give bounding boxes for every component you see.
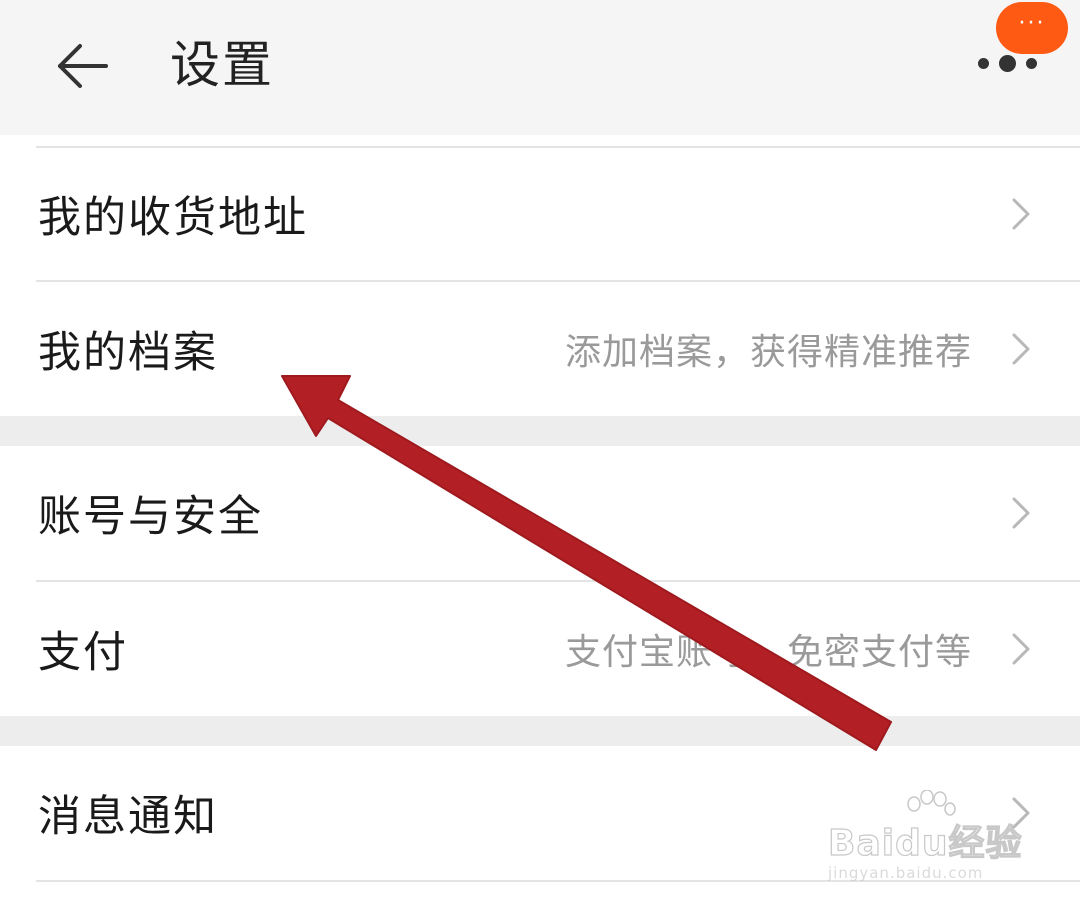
item-label: 消息通知: [38, 792, 218, 842]
page-title: 设置: [170, 36, 274, 94]
item-label: 支付: [38, 628, 128, 678]
back-button[interactable]: [50, 38, 114, 94]
settings-item-my-profile[interactable]: 我的档案 添加档案，获得精准推荐: [0, 282, 1080, 416]
chevron-right-icon: [1012, 633, 1030, 665]
item-label: 账号与安全: [38, 492, 263, 542]
settings-item-account-security[interactable]: 账号与安全: [0, 446, 1080, 580]
more-dots-icon: [978, 58, 989, 69]
more-button[interactable]: [974, 50, 1040, 78]
baidu-watermark: Baidu经验 jingyan.baidu.com: [827, 790, 1028, 888]
section-separator: [0, 416, 1080, 446]
item-hint: 添加档案，获得精准推荐: [564, 332, 972, 373]
item-label: 我的收货地址: [38, 193, 308, 243]
top-bar: 设置 ···: [0, 0, 1080, 135]
section-separator: [0, 716, 1080, 746]
settings-item-payment[interactable]: 支付 支付宝账号、免密支付等: [0, 582, 1080, 716]
chevron-right-icon: [1012, 198, 1030, 230]
chevron-right-icon: [1012, 333, 1030, 365]
arrow-left-icon: [58, 44, 108, 88]
chevron-right-icon: [1012, 497, 1030, 529]
watermark-url: jingyan.baidu.com: [828, 864, 984, 882]
settings-item-shipping-address[interactable]: 我的收货地址: [0, 148, 1080, 280]
message-badge[interactable]: ···: [996, 2, 1068, 54]
item-label: 我的档案: [38, 328, 218, 378]
item-hint: 支付宝账号、免密支付等: [564, 632, 972, 673]
watermark-brand: Baidu经验: [827, 822, 1023, 864]
